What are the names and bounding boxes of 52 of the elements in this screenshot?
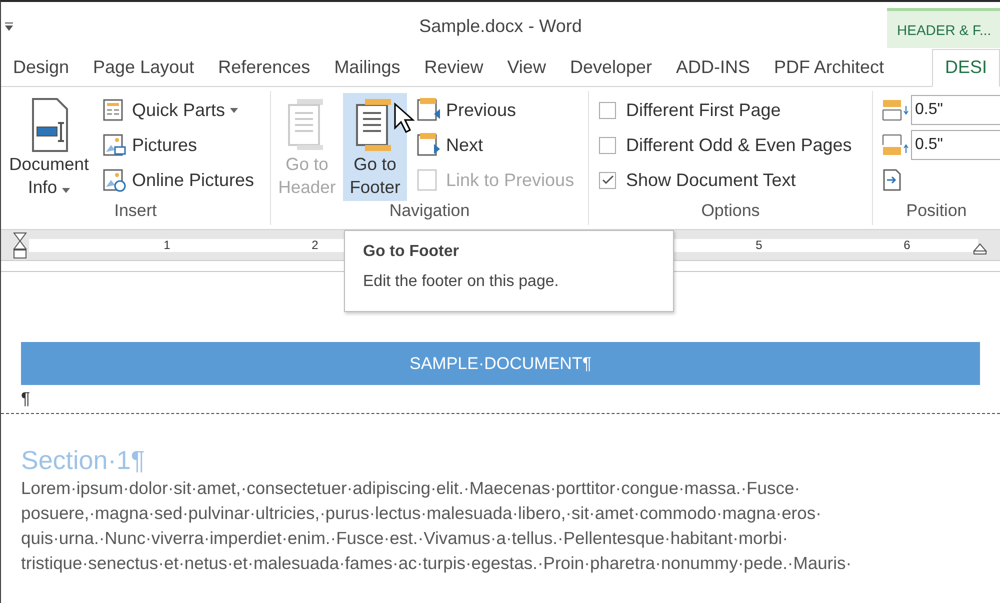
section-heading: Section·1¶	[21, 444, 145, 476]
footer-position-icon	[881, 133, 909, 157]
group-label: Navigation	[388, 201, 471, 222]
checkbox[interactable]	[599, 172, 616, 188]
header-banner: SAMPLE·DOCUMENT¶	[21, 342, 980, 385]
header-position-icon	[881, 98, 909, 122]
ribbon-button[interactable]: Quick Parts	[101, 96, 254, 124]
ruler-number: 5	[756, 238, 762, 252]
next-icon	[415, 132, 441, 158]
ribbon-tab[interactable]: Design	[1, 48, 82, 86]
ribbon-button[interactable]: Document Info	[5, 93, 93, 201]
ruler-number: 6	[904, 238, 910, 252]
checkbox[interactable]	[599, 136, 616, 154]
checkbox[interactable]	[599, 102, 616, 118]
right-indent-icon[interactable]	[973, 243, 987, 255]
ruler-number: 1	[164, 238, 170, 252]
ribbon-button[interactable]: Online Pictures	[101, 166, 254, 194]
checkbox-option[interactable]: Show Document Text	[599, 166, 852, 194]
ribbon-tab[interactable]: DESI	[932, 48, 1000, 86]
position-field[interactable]: 0.5"	[911, 95, 1000, 125]
position-field[interactable]: 0.5"	[911, 130, 1000, 160]
caret-icon	[230, 108, 238, 112]
previous-icon	[415, 97, 441, 123]
ribbon-tab[interactable]: ADD-INS	[664, 48, 762, 86]
checkbox-option[interactable]: Different Odd & Even Pages	[599, 131, 852, 159]
ribbon-button[interactable]: Go to Footer	[343, 93, 407, 201]
group-label: Options	[700, 201, 761, 222]
ribbon-button[interactable]: Next	[415, 131, 574, 159]
insert-alignment-tab-icon[interactable]	[881, 168, 903, 192]
group-label: Insert	[113, 201, 158, 222]
ribbon-tab[interactable]: References	[206, 48, 322, 86]
pictures-icon	[101, 132, 127, 158]
ribbon-tab[interactable]: PDF Architect	[762, 48, 896, 86]
contextual-tab-title: HEADER & F...	[887, 8, 1000, 48]
customize-icon[interactable]	[4, 22, 14, 32]
ribbon-tab[interactable]: Mailings	[322, 48, 412, 86]
ribbon-button[interactable]: Pictures	[101, 131, 254, 159]
paragraph-mark: ¶	[21, 389, 30, 409]
checkbox-option[interactable]: Different First Page	[599, 96, 852, 124]
ribbon-tab[interactable]: View	[495, 48, 558, 86]
online-pictures-icon	[101, 167, 127, 193]
body-paragraph: Lorem·ipsum·dolor·sit·amet,·consectetuer·adipiscing·elit.·Maecenas·porttitor·congue·massa.·Fusce· posuere,·magna·sed·pulvinar·ultricies,·purus·lectus·malesuada·libero,·sit·amet·commodo·magna·eros· quis·urna.·Nunc·viverra·imperdiet·enim.·Fusce·est.·Vivamus·a·tellus.·Pellentesque·habitant·morbi· tristique·senectus·et·netus·et·malesuada·fames·ac·turpis·egestas.·Proin·pharetra·nonummy·pede.·Mauris·	[21, 477, 852, 575]
ribbon-tab[interactable]: Review	[412, 48, 496, 86]
window-title: Sample.docx - Word	[419, 16, 582, 37]
ribbon-tab[interactable]: Page Layout	[81, 48, 206, 86]
caret-icon	[62, 188, 70, 193]
ruler-number: 2	[312, 238, 318, 252]
group-label: Position	[905, 201, 968, 222]
ribbon-tab[interactable]: Developer	[558, 48, 664, 86]
tooltip-text: Edit the footer on this page.	[363, 273, 560, 291]
tooltip-title: Go to Footer	[363, 243, 460, 261]
checkmark-icon	[602, 175, 614, 185]
